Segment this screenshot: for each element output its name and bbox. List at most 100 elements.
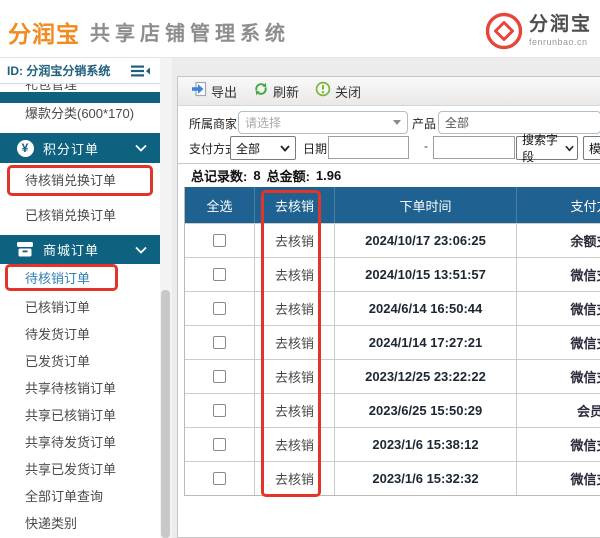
search-field-select[interactable]: 搜索字段: [516, 136, 578, 160]
writeoff-link[interactable]: 去核销: [255, 326, 335, 359]
row-checkbox[interactable]: [213, 336, 226, 349]
summary-bar: 总记录数: 8 总金额: 1.96: [178, 164, 600, 187]
yuan-coin-icon: ¥: [16, 139, 34, 157]
merchant-select-value: 请选择: [245, 114, 387, 131]
order-time: 2024/1/14 17:27:21: [335, 326, 517, 359]
column-header-writeoff: 去核销: [255, 187, 335, 223]
order-time: 2023/1/6 15:38:12: [335, 428, 517, 461]
order-time: 2024/6/14 16:50:44: [335, 292, 517, 325]
app-title: 共享店铺管理系统: [90, 17, 290, 46]
export-button[interactable]: 导出: [191, 81, 237, 102]
table-row: 去核销 2023/1/6 15:38:12 微信支付: [185, 427, 600, 461]
column-header-payment: 支付方式: [517, 187, 600, 223]
export-icon: [191, 81, 211, 102]
sidebar: ID: 分润宝分销系统 礼包管理 爆款分类(600*170) ¥ 积分订单 待核…: [0, 58, 160, 538]
amount-value: 1.96: [316, 168, 341, 183]
row-checkbox[interactable]: [213, 472, 226, 485]
row-checkbox[interactable]: [213, 268, 226, 281]
order-time: 2024/10/17 23:06:25: [335, 224, 517, 257]
chevron-down-icon: [135, 246, 147, 254]
date-to-input[interactable]: [433, 136, 515, 159]
sidebar-item-express-category[interactable]: 快递类别: [0, 510, 160, 537]
sidebar-item-shared-pending-writeoff[interactable]: 共享待核销订单: [0, 375, 160, 402]
match-mode-select[interactable]: 模糊: [583, 136, 600, 160]
product-label: 产品: [412, 115, 436, 132]
writeoff-link[interactable]: 去核销: [255, 462, 335, 495]
row-checkbox[interactable]: [213, 302, 226, 315]
sidebar-item-shared-writtenoff[interactable]: 共享已核销订单: [0, 402, 160, 429]
merchant-select[interactable]: 请选择: [238, 111, 408, 134]
table-row: 去核销 2024/10/17 23:06:25 余额支付: [185, 223, 600, 257]
product-select[interactable]: 全部: [438, 111, 600, 134]
app-header: 分润宝 共享店铺管理系统 分润宝 fenrunbao.cn: [0, 0, 600, 58]
sidebar-scrollbar[interactable]: [160, 58, 172, 538]
refresh-label: 刷新: [273, 82, 299, 101]
coin-logo-icon: [484, 11, 524, 51]
payment-method: 微信支付: [517, 428, 600, 461]
table-row: 去核销 2023/6/25 15:50:29 会员卡: [185, 393, 600, 427]
collapse-menu-icon[interactable]: [131, 65, 151, 77]
sidebar-item-writtenoff-orders[interactable]: 已核销订单: [0, 294, 160, 321]
filter-bar: 所属商家 请选择 产品 全部 支付方式 全部 日期 - 搜索字段 模糊: [178, 106, 600, 164]
order-time: 2023/1/6 15:32:32: [335, 462, 517, 495]
chevron-down-icon: [135, 144, 147, 152]
orders-table: 全选 去核销 下单时间 支付方式 去核销 2024/10/17 23:06:25…: [184, 187, 600, 496]
row-checkbox[interactable]: [213, 404, 226, 417]
column-header-order-time: 下单时间: [335, 187, 517, 223]
sidebar-item-shared-shipped[interactable]: 共享已发货订单: [0, 456, 160, 483]
sidebar-section-points-orders[interactable]: ¥ 积分订单: [0, 133, 160, 163]
sidebar-mall-order-list: 已核销订单 待发货订单 已发货订单 共享待核销订单 共享已核销订单 共享待发货订…: [0, 294, 160, 537]
writeoff-link[interactable]: 去核销: [255, 428, 335, 461]
row-checkbox[interactable]: [213, 370, 226, 383]
order-time: 2023/12/25 23:22:22: [335, 360, 517, 393]
close-button[interactable]: 关闭: [315, 81, 361, 102]
close-label: 关闭: [335, 82, 361, 101]
writeoff-link[interactable]: 去核销: [255, 224, 335, 257]
logo-text: 分润宝: [529, 15, 592, 35]
product-select-value: 全部: [445, 114, 594, 131]
table-row: 去核销 2023/12/25 23:22:22 微信支付: [185, 359, 600, 393]
date-from-input[interactable]: [328, 136, 409, 159]
dropdown-arrow-icon: [393, 120, 401, 125]
writeoff-link[interactable]: 去核销: [255, 394, 335, 427]
section-label: 积分订单: [43, 139, 135, 158]
table-header-row: 全选 去核销 下单时间 支付方式: [185, 187, 600, 223]
payment-select-value: 全部: [236, 140, 280, 157]
sidebar-section-mall-orders[interactable]: 商城订单: [0, 235, 160, 264]
select-chevron-icon: [280, 145, 290, 152]
sidebar-item-shared-pending-ship[interactable]: 共享待发货订单: [0, 429, 160, 456]
brand-name: 分润宝: [8, 15, 80, 49]
sidebar-item-all-order-query[interactable]: 全部订单查询: [0, 483, 160, 510]
date-label: 日期: [303, 140, 327, 157]
table-row: 去核销 2023/1/6 15:32:32 微信支付: [185, 461, 600, 495]
sidebar-item-shipped-orders[interactable]: 已发货订单: [0, 348, 160, 375]
shop-box-icon: [16, 241, 34, 259]
order-time: 2023/6/25 15:50:29: [335, 394, 517, 427]
sidebar-item-pending-ship-orders[interactable]: 待发货订单: [0, 321, 160, 348]
sidebar-item-pending-redeem-orders[interactable]: 待核销兑换订单: [0, 163, 160, 199]
table-row: 去核销 2024/6/14 16:50:44 微信支付: [185, 291, 600, 325]
records-label: 总记录数:: [191, 166, 247, 185]
amount-label: 总金额:: [267, 166, 310, 185]
sidebar-id-bar: ID: 分润宝分销系统: [0, 58, 160, 84]
writeoff-link[interactable]: 去核销: [255, 360, 335, 393]
main-panel: 导出 刷新 关闭 所属: [177, 76, 600, 538]
row-checkbox[interactable]: [213, 234, 226, 247]
payment-method: 微信支付: [517, 360, 600, 393]
export-label: 导出: [211, 82, 237, 101]
select-chevron-icon: [565, 145, 574, 152]
payment-method-select[interactable]: 全部: [230, 136, 296, 160]
logo-domain: fenrunbao.cn: [529, 37, 592, 47]
sidebar-item-redeemed-orders[interactable]: 已核销兑换订单: [0, 199, 160, 232]
scrollbar-thumb[interactable]: [161, 290, 170, 538]
sidebar-item-hot-category[interactable]: 爆款分类(600*170): [0, 103, 160, 125]
row-checkbox[interactable]: [213, 438, 226, 451]
writeoff-link[interactable]: 去核销: [255, 292, 335, 325]
sidebar-item-pending-writeoff-orders[interactable]: 待核销订单: [0, 264, 160, 294]
table-row: 去核销 2024/10/15 13:51:57 微信支付: [185, 257, 600, 291]
close-info-icon: [315, 81, 335, 102]
refresh-button[interactable]: 刷新: [253, 81, 299, 102]
payment-method: 微信支付: [517, 258, 600, 291]
writeoff-link[interactable]: 去核销: [255, 258, 335, 291]
section-label: 商城订单: [43, 240, 135, 259]
